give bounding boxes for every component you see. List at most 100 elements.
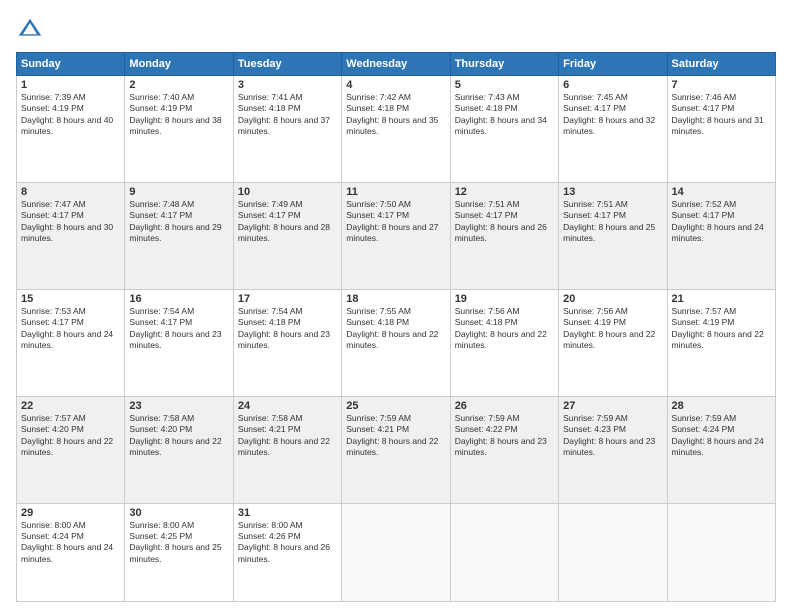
header bbox=[16, 16, 776, 44]
day-info: Sunrise: 8:00 AMSunset: 4:26 PMDaylight:… bbox=[238, 520, 337, 566]
day-number: 9 bbox=[129, 186, 228, 198]
calendar-cell bbox=[559, 503, 667, 602]
calendar-cell: 27Sunrise: 7:59 AMSunset: 4:23 PMDayligh… bbox=[559, 396, 667, 503]
day-header-sunday: Sunday bbox=[17, 53, 125, 76]
calendar-cell: 10Sunrise: 7:49 AMSunset: 4:17 PMDayligh… bbox=[233, 182, 341, 289]
day-number: 12 bbox=[455, 186, 554, 198]
calendar-cell: 24Sunrise: 7:58 AMSunset: 4:21 PMDayligh… bbox=[233, 396, 341, 503]
day-number: 8 bbox=[21, 186, 120, 198]
day-number: 17 bbox=[238, 293, 337, 305]
calendar-cell: 5Sunrise: 7:43 AMSunset: 4:18 PMDaylight… bbox=[450, 76, 558, 183]
day-number: 30 bbox=[129, 507, 228, 519]
calendar-week-row: 22Sunrise: 7:57 AMSunset: 4:20 PMDayligh… bbox=[17, 396, 776, 503]
day-info: Sunrise: 7:45 AMSunset: 4:17 PMDaylight:… bbox=[563, 92, 662, 138]
day-info: Sunrise: 7:57 AMSunset: 4:20 PMDaylight:… bbox=[21, 413, 120, 459]
day-number: 11 bbox=[346, 186, 445, 198]
calendar-cell bbox=[667, 503, 775, 602]
day-info: Sunrise: 7:54 AMSunset: 4:17 PMDaylight:… bbox=[129, 306, 228, 352]
logo bbox=[16, 16, 48, 44]
day-number: 15 bbox=[21, 293, 120, 305]
day-header-thursday: Thursday bbox=[450, 53, 558, 76]
day-number: 21 bbox=[672, 293, 771, 305]
day-header-friday: Friday bbox=[559, 53, 667, 76]
day-info: Sunrise: 7:56 AMSunset: 4:18 PMDaylight:… bbox=[455, 306, 554, 352]
calendar-week-row: 8Sunrise: 7:47 AMSunset: 4:17 PMDaylight… bbox=[17, 182, 776, 289]
day-info: Sunrise: 7:51 AMSunset: 4:17 PMDaylight:… bbox=[563, 199, 662, 245]
calendar-cell: 17Sunrise: 7:54 AMSunset: 4:18 PMDayligh… bbox=[233, 289, 341, 396]
day-info: Sunrise: 7:57 AMSunset: 4:19 PMDaylight:… bbox=[672, 306, 771, 352]
day-number: 16 bbox=[129, 293, 228, 305]
day-number: 18 bbox=[346, 293, 445, 305]
day-info: Sunrise: 7:41 AMSunset: 4:18 PMDaylight:… bbox=[238, 92, 337, 138]
day-header-tuesday: Tuesday bbox=[233, 53, 341, 76]
day-header-wednesday: Wednesday bbox=[342, 53, 450, 76]
day-number: 28 bbox=[672, 400, 771, 412]
day-header-monday: Monday bbox=[125, 53, 233, 76]
logo-icon bbox=[16, 16, 44, 44]
calendar-cell bbox=[342, 503, 450, 602]
day-info: Sunrise: 7:59 AMSunset: 4:23 PMDaylight:… bbox=[563, 413, 662, 459]
day-info: Sunrise: 7:46 AMSunset: 4:17 PMDaylight:… bbox=[672, 92, 771, 138]
page: SundayMondayTuesdayWednesdayThursdayFrid… bbox=[0, 0, 792, 612]
day-number: 1 bbox=[21, 79, 120, 91]
calendar-cell: 22Sunrise: 7:57 AMSunset: 4:20 PMDayligh… bbox=[17, 396, 125, 503]
day-info: Sunrise: 7:58 AMSunset: 4:20 PMDaylight:… bbox=[129, 413, 228, 459]
calendar-header-row: SundayMondayTuesdayWednesdayThursdayFrid… bbox=[17, 53, 776, 76]
day-info: Sunrise: 8:00 AMSunset: 4:24 PMDaylight:… bbox=[21, 520, 120, 566]
calendar-cell: 28Sunrise: 7:59 AMSunset: 4:24 PMDayligh… bbox=[667, 396, 775, 503]
calendar-cell: 26Sunrise: 7:59 AMSunset: 4:22 PMDayligh… bbox=[450, 396, 558, 503]
day-info: Sunrise: 8:00 AMSunset: 4:25 PMDaylight:… bbox=[129, 520, 228, 566]
day-info: Sunrise: 7:48 AMSunset: 4:17 PMDaylight:… bbox=[129, 199, 228, 245]
calendar-cell: 29Sunrise: 8:00 AMSunset: 4:24 PMDayligh… bbox=[17, 503, 125, 602]
day-number: 22 bbox=[21, 400, 120, 412]
calendar-cell: 15Sunrise: 7:53 AMSunset: 4:17 PMDayligh… bbox=[17, 289, 125, 396]
day-number: 14 bbox=[672, 186, 771, 198]
day-number: 29 bbox=[21, 507, 120, 519]
calendar-cell: 12Sunrise: 7:51 AMSunset: 4:17 PMDayligh… bbox=[450, 182, 558, 289]
calendar-cell: 25Sunrise: 7:59 AMSunset: 4:21 PMDayligh… bbox=[342, 396, 450, 503]
calendar-cell: 16Sunrise: 7:54 AMSunset: 4:17 PMDayligh… bbox=[125, 289, 233, 396]
day-info: Sunrise: 7:51 AMSunset: 4:17 PMDaylight:… bbox=[455, 199, 554, 245]
day-number: 4 bbox=[346, 79, 445, 91]
day-header-saturday: Saturday bbox=[667, 53, 775, 76]
day-number: 7 bbox=[672, 79, 771, 91]
day-info: Sunrise: 7:58 AMSunset: 4:21 PMDaylight:… bbox=[238, 413, 337, 459]
calendar-cell: 6Sunrise: 7:45 AMSunset: 4:17 PMDaylight… bbox=[559, 76, 667, 183]
day-info: Sunrise: 7:53 AMSunset: 4:17 PMDaylight:… bbox=[21, 306, 120, 352]
calendar-cell: 30Sunrise: 8:00 AMSunset: 4:25 PMDayligh… bbox=[125, 503, 233, 602]
calendar-cell: 20Sunrise: 7:56 AMSunset: 4:19 PMDayligh… bbox=[559, 289, 667, 396]
day-info: Sunrise: 7:55 AMSunset: 4:18 PMDaylight:… bbox=[346, 306, 445, 352]
day-info: Sunrise: 7:42 AMSunset: 4:18 PMDaylight:… bbox=[346, 92, 445, 138]
calendar-cell bbox=[450, 503, 558, 602]
day-info: Sunrise: 7:54 AMSunset: 4:18 PMDaylight:… bbox=[238, 306, 337, 352]
calendar-cell: 21Sunrise: 7:57 AMSunset: 4:19 PMDayligh… bbox=[667, 289, 775, 396]
day-info: Sunrise: 7:49 AMSunset: 4:17 PMDaylight:… bbox=[238, 199, 337, 245]
calendar-week-row: 15Sunrise: 7:53 AMSunset: 4:17 PMDayligh… bbox=[17, 289, 776, 396]
day-info: Sunrise: 7:52 AMSunset: 4:17 PMDaylight:… bbox=[672, 199, 771, 245]
day-info: Sunrise: 7:43 AMSunset: 4:18 PMDaylight:… bbox=[455, 92, 554, 138]
day-info: Sunrise: 7:56 AMSunset: 4:19 PMDaylight:… bbox=[563, 306, 662, 352]
day-number: 24 bbox=[238, 400, 337, 412]
day-info: Sunrise: 7:39 AMSunset: 4:19 PMDaylight:… bbox=[21, 92, 120, 138]
day-number: 5 bbox=[455, 79, 554, 91]
day-number: 19 bbox=[455, 293, 554, 305]
calendar-cell: 31Sunrise: 8:00 AMSunset: 4:26 PMDayligh… bbox=[233, 503, 341, 602]
calendar-cell: 7Sunrise: 7:46 AMSunset: 4:17 PMDaylight… bbox=[667, 76, 775, 183]
day-number: 23 bbox=[129, 400, 228, 412]
day-number: 2 bbox=[129, 79, 228, 91]
day-info: Sunrise: 7:59 AMSunset: 4:21 PMDaylight:… bbox=[346, 413, 445, 459]
calendar-cell: 23Sunrise: 7:58 AMSunset: 4:20 PMDayligh… bbox=[125, 396, 233, 503]
day-number: 10 bbox=[238, 186, 337, 198]
day-info: Sunrise: 7:40 AMSunset: 4:19 PMDaylight:… bbox=[129, 92, 228, 138]
day-info: Sunrise: 7:50 AMSunset: 4:17 PMDaylight:… bbox=[346, 199, 445, 245]
calendar-table: SundayMondayTuesdayWednesdayThursdayFrid… bbox=[16, 52, 776, 602]
day-number: 31 bbox=[238, 507, 337, 519]
day-number: 3 bbox=[238, 79, 337, 91]
calendar-week-row: 1Sunrise: 7:39 AMSunset: 4:19 PMDaylight… bbox=[17, 76, 776, 183]
calendar-cell: 11Sunrise: 7:50 AMSunset: 4:17 PMDayligh… bbox=[342, 182, 450, 289]
day-number: 6 bbox=[563, 79, 662, 91]
calendar-cell: 19Sunrise: 7:56 AMSunset: 4:18 PMDayligh… bbox=[450, 289, 558, 396]
day-number: 26 bbox=[455, 400, 554, 412]
calendar-cell: 8Sunrise: 7:47 AMSunset: 4:17 PMDaylight… bbox=[17, 182, 125, 289]
calendar-week-row: 29Sunrise: 8:00 AMSunset: 4:24 PMDayligh… bbox=[17, 503, 776, 602]
